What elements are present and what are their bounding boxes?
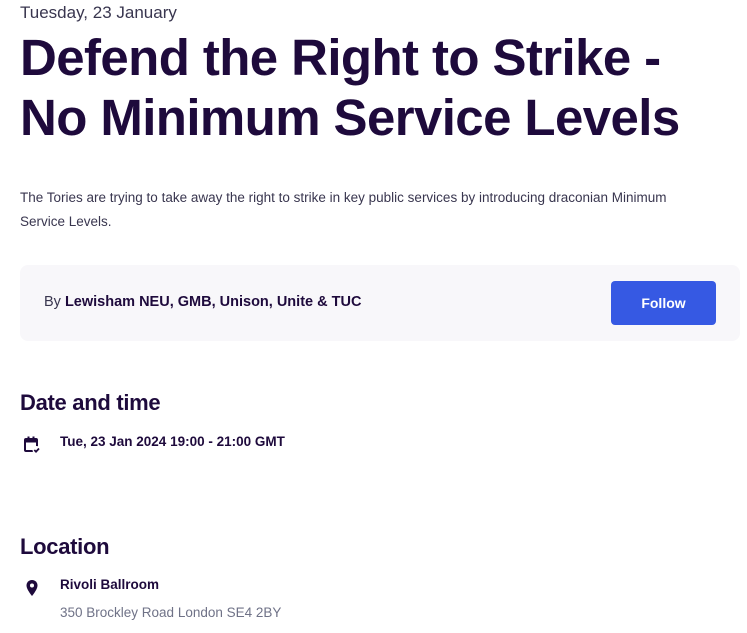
event-date-label: Tuesday, 23 January [20, 3, 177, 22]
organizer-card: By Lewisham NEU, GMB, Unison, Unite & TU… [20, 265, 740, 341]
event-title: Defend the Right to Strike - No Minimum … [20, 29, 680, 146]
date-time-heading: Date and time [20, 390, 161, 415]
venue-address: 350 Brockley Road London SE4 2BY [60, 605, 282, 620]
event-page: Tuesday, 23 January Defend the Right to … [0, 0, 747, 633]
calendar-check-icon [22, 435, 42, 455]
organizer-name-link[interactable]: Lewisham NEU, GMB, Unison, Unite & TUC [65, 294, 361, 310]
organizer-info: By Lewisham NEU, GMB, Unison, Unite & TU… [44, 294, 361, 310]
venue-name: Rivoli Ballroom [60, 577, 160, 592]
date-time-value: Tue, 23 Jan 2024 19:00 - 21:00 GMT [60, 434, 285, 449]
event-summary: The Tories are trying to take away the r… [20, 190, 667, 229]
map-pin-icon [22, 578, 42, 598]
follow-button[interactable]: Follow [611, 281, 716, 325]
location-heading: Location [20, 534, 110, 559]
organizer-by-prefix: By [44, 294, 65, 310]
